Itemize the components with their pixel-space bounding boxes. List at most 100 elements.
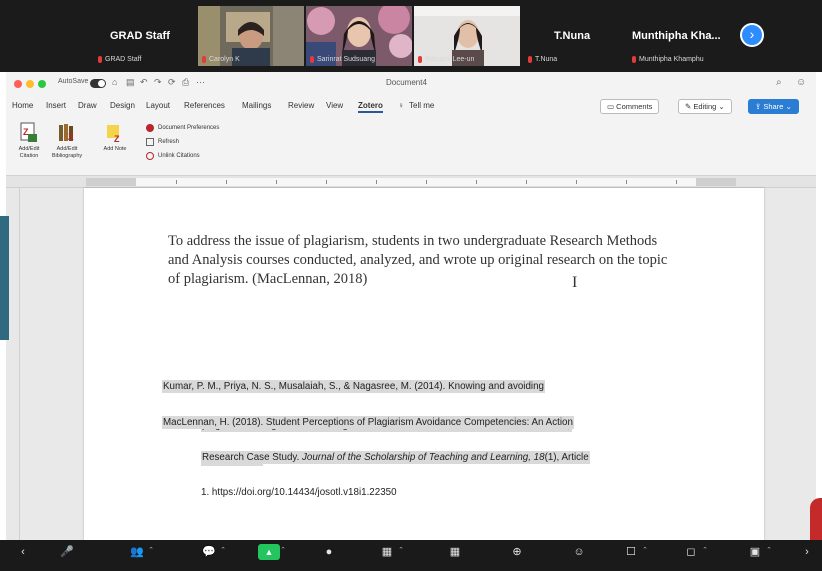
ruler-tick (176, 180, 177, 184)
reference-maclennan-line3[interactable]: 1. https://doi.org/10.14434/josotl.v18i1… (201, 487, 397, 498)
chevron-left-icon: ‹ (21, 545, 25, 558)
ruler-tick (226, 180, 227, 184)
chat-button[interactable]: 💬 ⌃ (198, 544, 226, 560)
maximize-window-button[interactable] (38, 80, 46, 88)
participant-label-text: T.Nuna (535, 56, 558, 63)
refresh-button[interactable]: Refresh (146, 138, 179, 146)
participant-tile[interactable]: T.Nuna T.Nuna (522, 6, 622, 66)
notes-button[interactable]: ▣ ⌃ (744, 544, 772, 560)
presenter-side-bar (0, 216, 9, 340)
editing-mode-button[interactable]: ✎ Editing ⌄ (678, 99, 732, 114)
participant-video-tile[interactable]: Ratsami Lee-un (414, 6, 520, 66)
participant-label: Munthipha Khamphu (632, 56, 704, 63)
participant-label-text: Sarinrat Sudsuang (317, 56, 375, 63)
participant-video-tile[interactable]: Carolyn K (198, 6, 304, 66)
tab-zotero[interactable]: Zotero (358, 101, 383, 113)
ruler-tick (676, 180, 677, 184)
ruler-text-area (136, 178, 696, 186)
apps-icon: ☐ (626, 545, 636, 558)
tab-view[interactable]: View (326, 101, 343, 110)
autosave-label: AutoSave (58, 78, 89, 85)
microphone-icon: 🎤 (60, 545, 74, 558)
body-paragraph[interactable]: To address the issue of plagiarism, stud… (168, 232, 668, 289)
reference-journal: Journal of the Scholarship of Teaching a… (302, 452, 545, 463)
breakout-rooms-icon: ▦ (449, 545, 461, 558)
participant-label: T.Nuna (528, 56, 557, 63)
tab-mailings[interactable]: Mailings (242, 101, 271, 110)
tab-review[interactable]: Review (288, 101, 314, 110)
toolbar-scroll-left-button[interactable]: ‹ (12, 544, 34, 560)
horizontal-ruler[interactable] (6, 176, 816, 188)
mute-button[interactable]: 🎤 (56, 544, 78, 560)
captions-icon: ▦ (381, 545, 393, 558)
share-button[interactable]: ⇪ Share ⌄ (748, 99, 799, 114)
comments-button[interactable]: ▭ Comments (600, 99, 660, 114)
whiteboard-icon: ◻ (686, 545, 696, 558)
undo-icon[interactable]: ↶ (140, 77, 148, 88)
participant-video-tile[interactable]: Sarinrat Sudsuang (306, 6, 412, 66)
print-icon[interactable]: ⎙ (182, 77, 189, 88)
reference-text: (1), Article (544, 452, 589, 463)
unlink-citations-button[interactable]: Unlink Citations (146, 152, 200, 160)
reference-text: Research Case Study. (202, 452, 303, 463)
add-note-button[interactable]: Z Add Note (98, 122, 132, 153)
next-participants-button[interactable]: › (740, 23, 764, 47)
tab-references[interactable]: References (184, 101, 225, 110)
lightbulb-icon: ♀ (398, 101, 404, 110)
ruler-tick (326, 180, 327, 184)
zoom-participant-strip: GRAD Staff GRAD Staff Carolyn K Sarinrat… (0, 0, 822, 72)
minimize-window-button[interactable] (26, 80, 34, 88)
redo-icon[interactable]: ↷ (154, 77, 162, 88)
search-icon[interactable]: ⌕ (776, 77, 782, 88)
participant-label: Carolyn K (202, 56, 240, 63)
note-icon: Z (107, 125, 120, 144)
participant-name: Munthipha Kha... (632, 30, 721, 42)
toolbar-scroll-right-button[interactable]: › (796, 544, 818, 560)
tab-home[interactable]: Home (12, 101, 33, 110)
chevron-down-icon: ⌄ (716, 102, 725, 111)
document-page[interactable]: To address the issue of plagiarism, stud… (84, 188, 764, 540)
svg-text:Z: Z (114, 134, 120, 144)
reference-kumar-line1[interactable]: Kumar, P. M., Priya, N. S., Musalaiah, S… (162, 380, 545, 393)
document-preferences-label: Document Preferences (158, 125, 220, 131)
participant-label: Sarinrat Sudsuang (310, 56, 375, 63)
add-edit-citation-button[interactable]: Z Add/Edit Citation (12, 122, 46, 159)
tab-design[interactable]: Design (110, 101, 135, 110)
record-button[interactable]: ● (318, 544, 340, 560)
share-screen-icon: ▲ (264, 546, 274, 557)
add-edit-bibliography-button[interactable]: Z Add/Edit Bibliography (50, 122, 84, 159)
tab-insert[interactable]: Insert (46, 101, 66, 110)
show-captions-button[interactable]: ▦ ⌃ (376, 544, 404, 560)
ruler-right-margin (696, 178, 736, 186)
whiteboards-button[interactable]: ◻ ⌃ (680, 544, 708, 560)
participant-tile[interactable]: GRAD Staff GRAD Staff (92, 6, 192, 66)
interpretation-button[interactable]: ⊕ (506, 544, 528, 560)
share-screen-button[interactable]: ▲ ⌃ (258, 544, 286, 560)
participants-button[interactable]: 👥 ⌃ (126, 544, 154, 560)
save-icon[interactable]: ▤ (126, 77, 135, 88)
reactions-button[interactable]: ☺ (568, 544, 590, 560)
home-icon[interactable]: ⌂ (112, 77, 117, 87)
bibliography-icon: Z (59, 124, 74, 142)
autosave-toggle[interactable] (90, 79, 106, 88)
ruler-left-margin (86, 178, 136, 186)
account-icon[interactable]: ☺ (796, 77, 806, 88)
close-window-button[interactable] (14, 80, 22, 88)
tab-layout[interactable]: Layout (146, 101, 170, 110)
refresh-qat-icon[interactable]: ⟳ (168, 77, 176, 88)
apps-button[interactable]: ☐ ⌃ (620, 544, 648, 560)
share-label: Share (763, 102, 784, 111)
breakout-rooms-button[interactable]: ▦ (444, 544, 466, 560)
tab-draw[interactable]: Draw (78, 101, 97, 110)
citation-icon: Z (20, 122, 37, 142)
document-preferences-button[interactable]: Document Preferences (146, 124, 219, 132)
reference-maclennan-line1[interactable]: MacLennan, H. (2018). Student Perception… (162, 416, 574, 429)
chevron-up-icon: ⌃ (702, 547, 708, 554)
tell-me-search[interactable]: Tell me (409, 101, 434, 110)
reference-maclennan-line2[interactable]: Research Case Study. Journal of the Scho… (201, 451, 590, 464)
more-commands-icon[interactable]: ⋯ (196, 77, 205, 88)
participant-tile[interactable]: Munthipha Kha... Munthipha Khamphu (626, 6, 736, 66)
svg-text:Z: Z (68, 132, 74, 142)
ruler-tick (526, 180, 527, 184)
editing-label: Editing (693, 102, 717, 111)
